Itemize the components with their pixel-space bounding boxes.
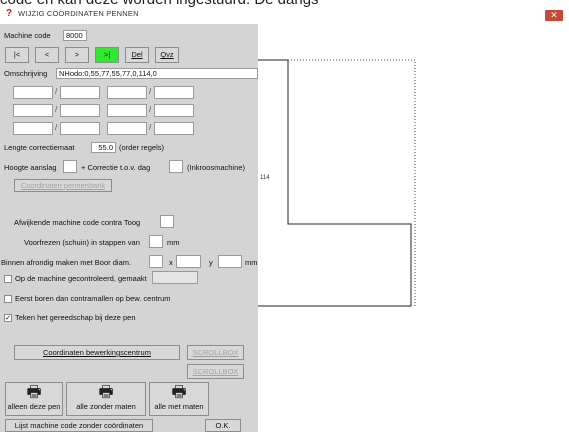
coord-separator: / (149, 87, 152, 96)
app-question-icon: ? (6, 8, 13, 19)
printer-icon: 🖶 (26, 384, 42, 401)
nav-first-button[interactable]: |< (5, 47, 29, 63)
printer-icon: 🖶 (171, 384, 187, 401)
teken-gereedschap-checkbox[interactable]: ✓ (4, 314, 12, 322)
coord-input[interactable] (154, 104, 194, 117)
coord-input[interactable] (154, 86, 194, 99)
boor-y-input[interactable] (218, 255, 242, 268)
omschrijving-label: Omschrijving (4, 69, 48, 78)
print-this-pen-label: alleen deze pen (7, 402, 61, 411)
coord-input[interactable] (60, 104, 100, 117)
afwijkende-label: Afwijkende machine code contra Toog (14, 218, 141, 227)
correctie-input[interactable] (169, 160, 183, 173)
coord-input[interactable] (60, 86, 100, 99)
lengte-correctiemaat-input[interactable]: 55.0 (91, 142, 116, 153)
hoogte-aanslag-input[interactable] (63, 160, 77, 173)
boor-x-input[interactable] (176, 255, 201, 268)
coord-separator: / (149, 123, 152, 132)
y-label: y (209, 258, 213, 267)
nav-next-button[interactable]: > (65, 47, 89, 63)
close-button[interactable]: ✕ (545, 10, 563, 21)
coord-input[interactable] (13, 86, 53, 99)
boor-mm-label: mm (245, 258, 258, 267)
coord-input[interactable] (107, 104, 147, 117)
scrollbox-button[interactable]: SCROLLBOX (187, 364, 244, 379)
coord-input[interactable] (60, 122, 100, 135)
coord-separator: / (55, 87, 58, 96)
dimension-label: 114 (260, 175, 270, 181)
machine-code-label: Machine code (4, 31, 51, 40)
boor-diameter-input[interactable] (149, 255, 163, 268)
lengte-correctiemaat-label: Lengte correctiemaat (4, 143, 75, 152)
coord-input[interactable] (13, 104, 53, 117)
coord-separator: / (55, 123, 58, 132)
print-all-without-dimensions-label: alle zonder maten (76, 402, 136, 411)
inkroosmachine-label: (Inkroosmachine) (187, 163, 245, 172)
coord-input[interactable] (107, 122, 147, 135)
print-all-without-dimensions-button[interactable]: 🖶 alle zonder maten (66, 382, 146, 416)
window-title: WIJZIG COÖRDINATEN PENNEN (18, 9, 139, 18)
print-all-with-dimensions-label: alle met maten (154, 402, 204, 411)
gecontroleerd-label: Op de machine gecontroleerd, gemaakt (15, 274, 147, 283)
voorfrezen-input[interactable] (149, 235, 163, 248)
print-this-pen-button[interactable]: 🖶 alleen deze pen (5, 382, 63, 416)
gecontroleerd-checkbox[interactable] (4, 275, 12, 283)
eerst-boren-checkbox[interactable] (4, 295, 12, 303)
lengte-suffix: (order regels) (119, 143, 165, 152)
delete-button[interactable]: Del (125, 47, 149, 63)
pen-drawing: 114 (258, 59, 416, 307)
coord-input[interactable] (13, 122, 53, 135)
dashed-bounding-box (288, 59, 416, 306)
list-machine-code-button[interactable]: Lijst machine code zonder coördinaten (5, 419, 153, 432)
coordinaten-bewerkingscentrum-button[interactable]: Coordinaten bewerkingscentrum (14, 345, 180, 360)
teken-gereedschap-label: Teken het gereedschap bij deze pen (15, 313, 136, 322)
hoogte-aanslag-label: Hoogte aanslag (4, 163, 57, 172)
omschrijving-input[interactable]: NHodo:0,55,77,55,77,0,114,0 (56, 68, 258, 79)
coord-input[interactable] (107, 86, 147, 99)
qvz-button[interactable]: Qvz (155, 47, 179, 63)
close-icon: ✕ (550, 10, 558, 20)
x-label: x (169, 258, 173, 267)
eerst-boren-label: Eerst boren dan contramallen op bew. cen… (15, 294, 171, 303)
voorfrezen-mm-label: mm (167, 238, 180, 247)
printer-icon: 🖶 (98, 384, 114, 401)
coordinaten-pennenbank-button[interactable]: Coordinaten pennenbank (14, 179, 112, 192)
afwijkende-input[interactable] (160, 215, 174, 228)
pen-profile-outline (258, 59, 412, 307)
gemaakt-input[interactable] (152, 271, 198, 284)
print-all-with-dimensions-button[interactable]: 🖶 alle met maten (149, 382, 209, 416)
correctie-label: + Correctie t.o.v. dag (81, 163, 151, 172)
coord-separator: / (149, 105, 152, 114)
nav-prev-button[interactable]: < (35, 47, 59, 63)
ok-button[interactable]: O.K. (205, 419, 241, 432)
binnen-afrondig-label: Binnen afrondig maken met Boor diam. (1, 258, 132, 267)
scrollbox-button[interactable]: SCROLLBOX (187, 345, 244, 360)
nav-last-button[interactable]: >| (95, 47, 119, 63)
machine-code-input[interactable]: 8000 (63, 30, 87, 41)
coord-input[interactable] (154, 122, 194, 135)
voorfrezen-label: Voorfrezen (schuin) in stappen van (24, 238, 140, 247)
coord-separator: / (55, 105, 58, 114)
background-document-text: code en kan deze worden ingestuurd. De d… (0, 0, 569, 8)
drawing-canvas[interactable]: 114 (258, 24, 569, 432)
